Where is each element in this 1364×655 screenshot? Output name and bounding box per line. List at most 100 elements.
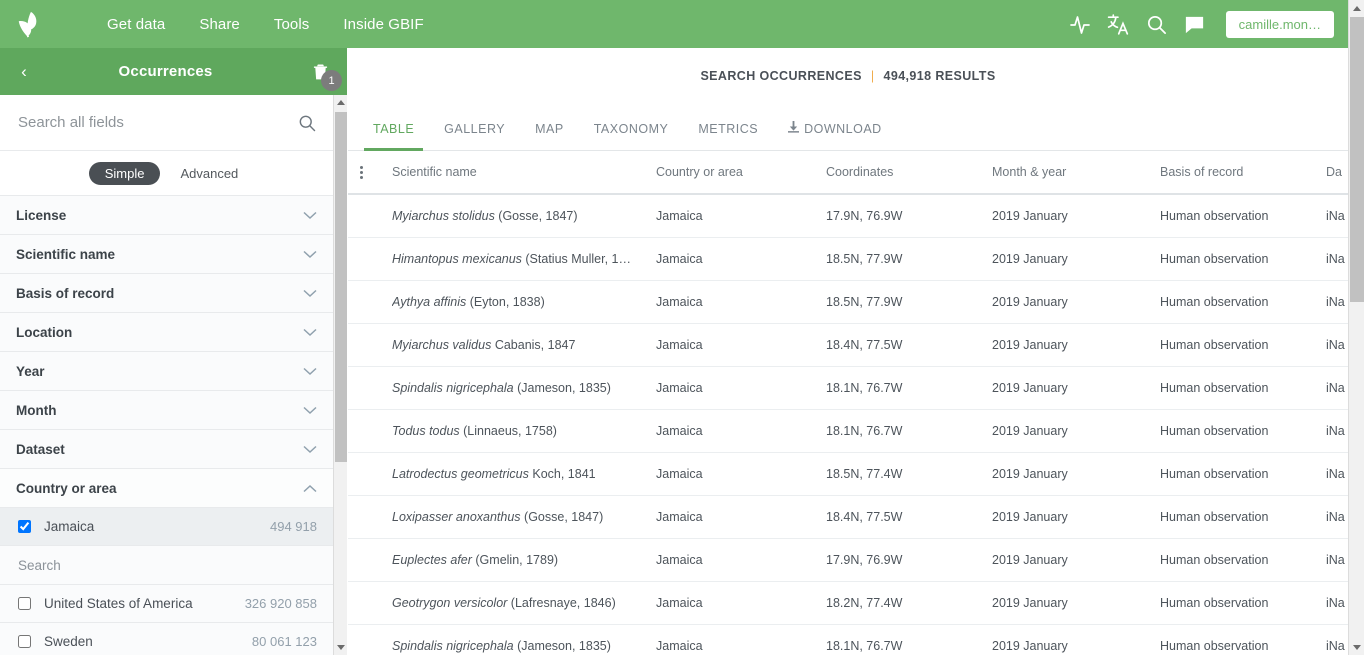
country-option-usa[interactable]: United States of America 326 920 858 <box>0 585 333 623</box>
page-scrollbar[interactable] <box>1348 0 1364 655</box>
nav-link-get-data[interactable]: Get data <box>90 16 182 33</box>
cell-dataset: iNa <box>1326 237 1348 281</box>
cell-scientific-name: Himantopus mexicanus (Statius Muller, 1… <box>392 237 656 281</box>
column-header-month-year[interactable]: Month & year <box>992 151 1160 195</box>
translate-icon[interactable] <box>1100 4 1138 44</box>
feedback-chat-icon[interactable] <box>1176 4 1214 44</box>
column-header-scientific-name[interactable]: Scientific name <box>392 151 656 195</box>
column-header-country-or-area[interactable]: Country or area <box>656 151 826 195</box>
view-tabs: TABLE GALLERY MAP TAXONOMY METRICS DOWNL… <box>348 104 1348 151</box>
chevron-down-icon <box>303 367 317 375</box>
cell-scientific-name: Spindalis nigricephala (Jameson, 1835) <box>392 624 656 655</box>
cell-dataset: iNa <box>1326 366 1348 410</box>
nav-link-tools[interactable]: Tools <box>257 16 327 33</box>
cell-month-year: 2019 January <box>992 237 1160 281</box>
results-header: SEARCH OCCURRENCES | 494,918 RESULTS <box>348 48 1348 104</box>
nav-link-share[interactable]: Share <box>182 16 257 33</box>
filter-section-year[interactable]: Year <box>0 352 333 391</box>
cell-coordinates: 18.1N, 76.7W <box>826 409 992 453</box>
cell-basis-of-record: Human observation <box>1160 280 1326 324</box>
cell-scientific-name: Loxipasser anoxanthus (Gosse, 1847) <box>392 495 656 539</box>
clear-filters-button[interactable]: 1 <box>293 48 347 95</box>
table-row[interactable]: Euplectes afer (Gmelin, 1789) Jamaica 17… <box>348 538 1348 582</box>
filter-mode-simple[interactable]: Simple <box>88 161 161 185</box>
cell-basis-of-record: Human observation <box>1160 409 1326 453</box>
filter-label: Basis of record <box>16 285 115 301</box>
filter-section-month[interactable]: Month <box>0 391 333 430</box>
filter-mode-advanced[interactable]: Advanced <box>174 161 244 186</box>
filter-section-basis-of-record[interactable]: Basis of record <box>0 274 333 313</box>
tab-metrics[interactable]: METRICS <box>683 122 773 150</box>
country-checkbox-usa[interactable] <box>18 597 31 610</box>
sidebar-scroll-down-button[interactable] <box>334 640 348 655</box>
page-scrollbar-thumb[interactable] <box>1350 17 1364 302</box>
column-options-cell <box>348 151 392 195</box>
page-scroll-down-button[interactable] <box>1349 639 1364 655</box>
tab-gallery[interactable]: GALLERY <box>429 122 520 150</box>
cell-basis-of-record: Human observation <box>1160 452 1326 496</box>
filter-section-country-or-area[interactable]: Country or area <box>0 469 333 508</box>
country-checkbox-jamaica[interactable] <box>18 520 31 533</box>
gbif-logo[interactable] <box>0 9 60 39</box>
cell-country: Jamaica <box>656 495 826 539</box>
top-navigation-bar: Get data Share Tools Inside GBIF camille… <box>0 0 1348 48</box>
cell-country: Jamaica <box>656 624 826 655</box>
country-option-selected[interactable]: Jamaica 494 918 <box>0 508 333 546</box>
sidebar-scrollbar-thumb[interactable] <box>335 112 347 462</box>
table-row[interactable]: Aythya affinis (Eyton, 1838) Jamaica 18.… <box>348 280 1348 324</box>
column-header-coordinates[interactable]: Coordinates <box>826 151 992 195</box>
table-row[interactable]: Myiarchus stolidus (Gosse, 1847) Jamaica… <box>348 194 1348 238</box>
tab-taxonomy[interactable]: TAXONOMY <box>579 122 684 150</box>
table-row[interactable]: Geotrygon versicolor (Lafresnaye, 1846) … <box>348 581 1348 625</box>
country-search-input[interactable] <box>16 556 317 574</box>
search-icon[interactable] <box>1138 4 1176 44</box>
search-all-fields-input[interactable] <box>16 113 297 132</box>
filter-section-license[interactable]: License <box>0 196 333 235</box>
cell-dataset: iNa <box>1326 581 1348 625</box>
page-scroll-up-button[interactable] <box>1349 0 1364 16</box>
filter-label: Year <box>16 363 45 379</box>
user-account-button[interactable]: camille.mon… <box>1225 10 1334 38</box>
tab-table[interactable]: TABLE <box>358 122 429 151</box>
filter-section-location[interactable]: Location <box>0 313 333 352</box>
cell-country: Jamaica <box>656 366 826 410</box>
table-row[interactable]: Spindalis nigricephala (Jameson, 1835) J… <box>348 624 1348 655</box>
search-icon[interactable] <box>297 113 317 133</box>
country-checkbox-sweden[interactable] <box>18 635 31 648</box>
tab-download[interactable]: DOWNLOAD <box>773 121 897 150</box>
cell-coordinates: 18.5N, 77.4W <box>826 452 992 496</box>
activity-pulse-icon[interactable] <box>1062 4 1100 44</box>
chevron-down-icon <box>303 328 317 336</box>
cell-scientific-name: Latrodectus geometricus Koch, 1841 <box>392 452 656 496</box>
sidebar-scrollbar[interactable] <box>333 95 347 655</box>
gbif-occurrence-search-page: Get data Share Tools Inside GBIF camille… <box>0 0 1364 655</box>
country-search-row <box>0 546 333 585</box>
tab-map[interactable]: MAP <box>520 122 579 150</box>
cell-country: Jamaica <box>656 194 826 238</box>
table-row[interactable]: Himantopus mexicanus (Statius Muller, 1…… <box>348 237 1348 281</box>
cell-month-year: 2019 January <box>992 495 1160 539</box>
table-row[interactable]: Spindalis nigricephala (Jameson, 1835) J… <box>348 366 1348 410</box>
results-separator: | <box>870 69 875 83</box>
cell-month-year: 2019 January <box>992 280 1160 324</box>
table-row[interactable]: Loxipasser anoxanthus (Gosse, 1847) Jama… <box>348 495 1348 539</box>
cell-dataset: iNa <box>1326 452 1348 496</box>
filter-section-scientific-name[interactable]: Scientific name <box>0 235 333 274</box>
nav-link-inside-gbif[interactable]: Inside GBIF <box>326 16 440 33</box>
table-row[interactable]: Myiarchus validus Cabanis, 1847 Jamaica … <box>348 323 1348 367</box>
table-row[interactable]: Latrodectus geometricus Koch, 1841 Jamai… <box>348 452 1348 496</box>
chevron-down-icon <box>303 289 317 297</box>
primary-nav-links: Get data Share Tools Inside GBIF <box>90 16 441 33</box>
country-option-sweden[interactable]: Sweden 80 061 123 <box>0 623 333 655</box>
column-header-dataset[interactable]: Da <box>1326 151 1348 195</box>
cell-dataset: iNa <box>1326 624 1348 655</box>
column-options-icon[interactable] <box>360 165 363 179</box>
cell-scientific-name: Spindalis nigricephala (Jameson, 1835) <box>392 366 656 410</box>
sidebar-scroll-up-button[interactable] <box>334 95 348 110</box>
country-label: United States of America <box>44 596 193 611</box>
cell-basis-of-record: Human observation <box>1160 194 1326 238</box>
filter-section-dataset[interactable]: Dataset <box>0 430 333 469</box>
column-header-basis-of-record[interactable]: Basis of record <box>1160 151 1326 195</box>
cell-month-year: 2019 January <box>992 366 1160 410</box>
table-row[interactable]: Todus todus (Linnaeus, 1758) Jamaica 18.… <box>348 409 1348 453</box>
